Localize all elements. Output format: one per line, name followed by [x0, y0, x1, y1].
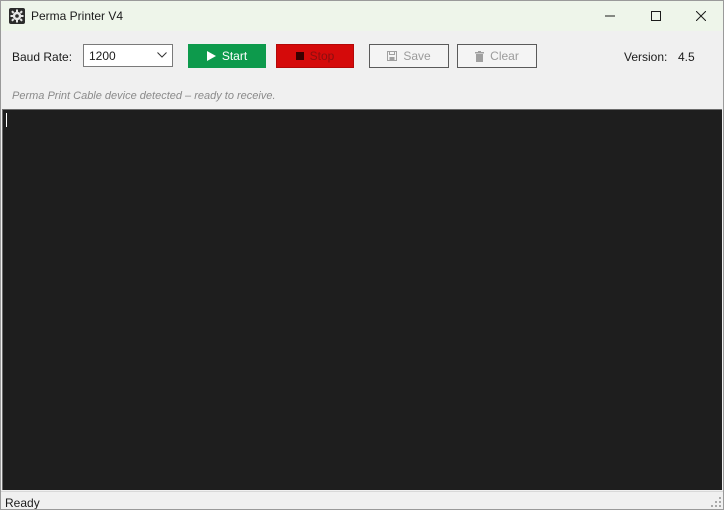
stop-button[interactable]: Stop: [276, 44, 354, 68]
stop-icon: [295, 52, 304, 60]
baud-rate-select[interactable]: 1200: [83, 44, 173, 67]
maximize-icon: [651, 11, 661, 21]
trash-icon: [475, 50, 485, 62]
save-button-label: Save: [403, 49, 431, 63]
close-button[interactable]: [678, 1, 723, 31]
maximize-button[interactable]: [633, 1, 679, 31]
toolbar: Baud Rate: 1200 Start Stop Save Clear Ve…: [1, 31, 723, 79]
minimize-button[interactable]: [587, 1, 633, 31]
chevron-down-icon: [157, 52, 167, 58]
baud-rate-label: Baud Rate:: [12, 50, 73, 64]
close-icon: [696, 11, 706, 21]
window-title: Perma Printer V4: [31, 9, 124, 23]
minimize-icon: [605, 15, 615, 17]
floppy-icon: [387, 51, 398, 61]
clear-button[interactable]: Clear: [457, 44, 537, 68]
title-bar[interactable]: Perma Printer V4: [1, 1, 723, 31]
start-button[interactable]: Start: [188, 44, 266, 68]
output-console[interactable]: [2, 109, 722, 490]
baud-rate-value: 1200: [89, 49, 116, 63]
play-icon: [206, 51, 216, 61]
app-window: Perma Printer V4 Baud Rate: 1200 Start S…: [0, 0, 724, 510]
status-text: Ready: [5, 496, 40, 510]
device-status-message: Perma Print Cable device detected – read…: [12, 90, 276, 102]
stop-button-label: Stop: [309, 49, 335, 63]
save-button[interactable]: Save: [369, 44, 449, 68]
gear-icon: [9, 8, 25, 24]
status-bar: Ready: [1, 491, 723, 509]
version-label: Version:: [624, 50, 668, 64]
clear-button-label: Clear: [490, 49, 519, 63]
resize-grip-icon[interactable]: [711, 497, 721, 507]
start-button-label: Start: [221, 49, 248, 63]
text-caret: [6, 113, 7, 127]
version-value: 4.5: [678, 50, 695, 64]
